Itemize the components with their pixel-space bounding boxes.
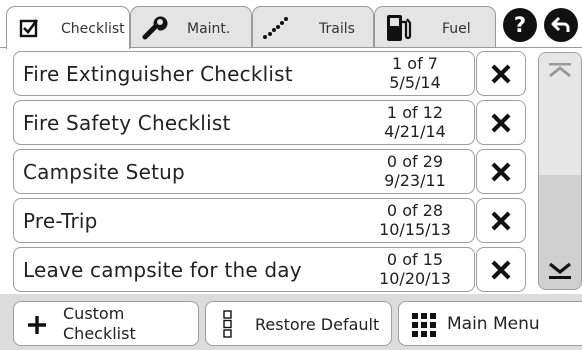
checklist-title: Campsite Setup [23, 160, 185, 184]
checklist-progress: 0 of 15 [386, 250, 444, 269]
scroll-to-top-button[interactable] [539, 53, 581, 89]
close-icon [491, 162, 511, 181]
checklist-row[interactable]: Fire Safety Checklist 1 of 12 4/21/14 [13, 100, 475, 145]
trail-dots-icon [263, 17, 288, 39]
checklist-row[interactable]: Fire Extinguisher Checklist 1 of 7 5/5/1… [13, 51, 475, 96]
restore-default-label: Restore Default [255, 315, 380, 334]
checklist-title: Pre-Trip [23, 209, 98, 233]
scroll-bottom-icon [549, 262, 571, 279]
custom-checklist-label-line2: Checklist [63, 324, 136, 343]
tab-checklist-label: Checklist [61, 21, 125, 37]
checklist-date: 5/5/14 [389, 73, 441, 92]
close-icon [491, 113, 511, 132]
tab-fuel-label: Fuel [442, 21, 471, 37]
restore-icon [223, 310, 232, 338]
checklist-progress: 0 of 29 [386, 152, 444, 171]
checklist-row[interactable]: Campsite Setup 0 of 29 9/23/11 [13, 149, 475, 194]
custom-checklist-label-line1: Custom [63, 304, 125, 323]
restore-default-button[interactable]: Restore Default [205, 301, 392, 346]
tab-fuel[interactable]: Fuel [374, 6, 496, 48]
delete-button[interactable] [476, 247, 526, 292]
checklist-date: 4/21/14 [384, 122, 446, 141]
back-button[interactable] [544, 8, 578, 42]
custom-checklist-button[interactable]: Custom Checklist [13, 301, 199, 346]
plus-icon [28, 316, 46, 334]
tab-maint[interactable]: Maint. [130, 6, 252, 48]
checklist-title: Fire Extinguisher Checklist [23, 62, 293, 86]
tab-trails[interactable]: Trails [252, 6, 374, 48]
delete-button[interactable] [476, 100, 526, 145]
tab-checklist[interactable]: Checklist [6, 6, 130, 49]
tab-maint-label: Maint. [187, 21, 231, 37]
help-button[interactable]: ? [503, 8, 537, 42]
main-menu-button[interactable]: Main Menu [398, 301, 582, 346]
bottom-toolbar: Custom Checklist Restore Default Main Me… [0, 294, 582, 350]
delete-button[interactable] [476, 51, 526, 96]
checklist-date: 9/23/11 [384, 171, 446, 190]
fuel-pump-icon [387, 15, 412, 41]
checklist-row[interactable]: Leave campsite for the day 0 of 15 10/20… [13, 247, 475, 292]
back-arrow-icon [551, 16, 570, 32]
tab-trails-label: Trails [319, 21, 355, 37]
delete-button[interactable] [476, 198, 526, 243]
wrench-icon [142, 16, 168, 40]
close-icon [491, 260, 511, 279]
checklist-date: 10/20/13 [379, 269, 451, 288]
checklist-title: Leave campsite for the day [23, 258, 302, 282]
scroll-to-bottom-button[interactable] [539, 253, 581, 289]
main-menu-label: Main Menu [447, 314, 540, 334]
checklist-row[interactable]: Pre-Trip 0 of 28 10/15/13 [13, 198, 475, 243]
scroll-top-icon [549, 63, 571, 78]
checkbox-icon [19, 19, 39, 38]
checklist-title: Fire Safety Checklist [23, 111, 231, 135]
checklist-progress: 0 of 28 [386, 201, 444, 220]
grid-menu-icon [412, 313, 436, 337]
list-scrollbar[interactable] [538, 52, 582, 290]
delete-button[interactable] [476, 149, 526, 194]
close-icon [491, 211, 511, 230]
checklist-progress: 1 of 12 [386, 103, 444, 122]
help-icon: ? [513, 12, 527, 37]
close-icon [491, 64, 511, 83]
checklist-progress: 1 of 7 [392, 54, 438, 73]
checklist-date: 10/15/13 [379, 220, 451, 239]
tab-bar: Checklist Maint. Trails Fuel ? [0, 0, 582, 49]
